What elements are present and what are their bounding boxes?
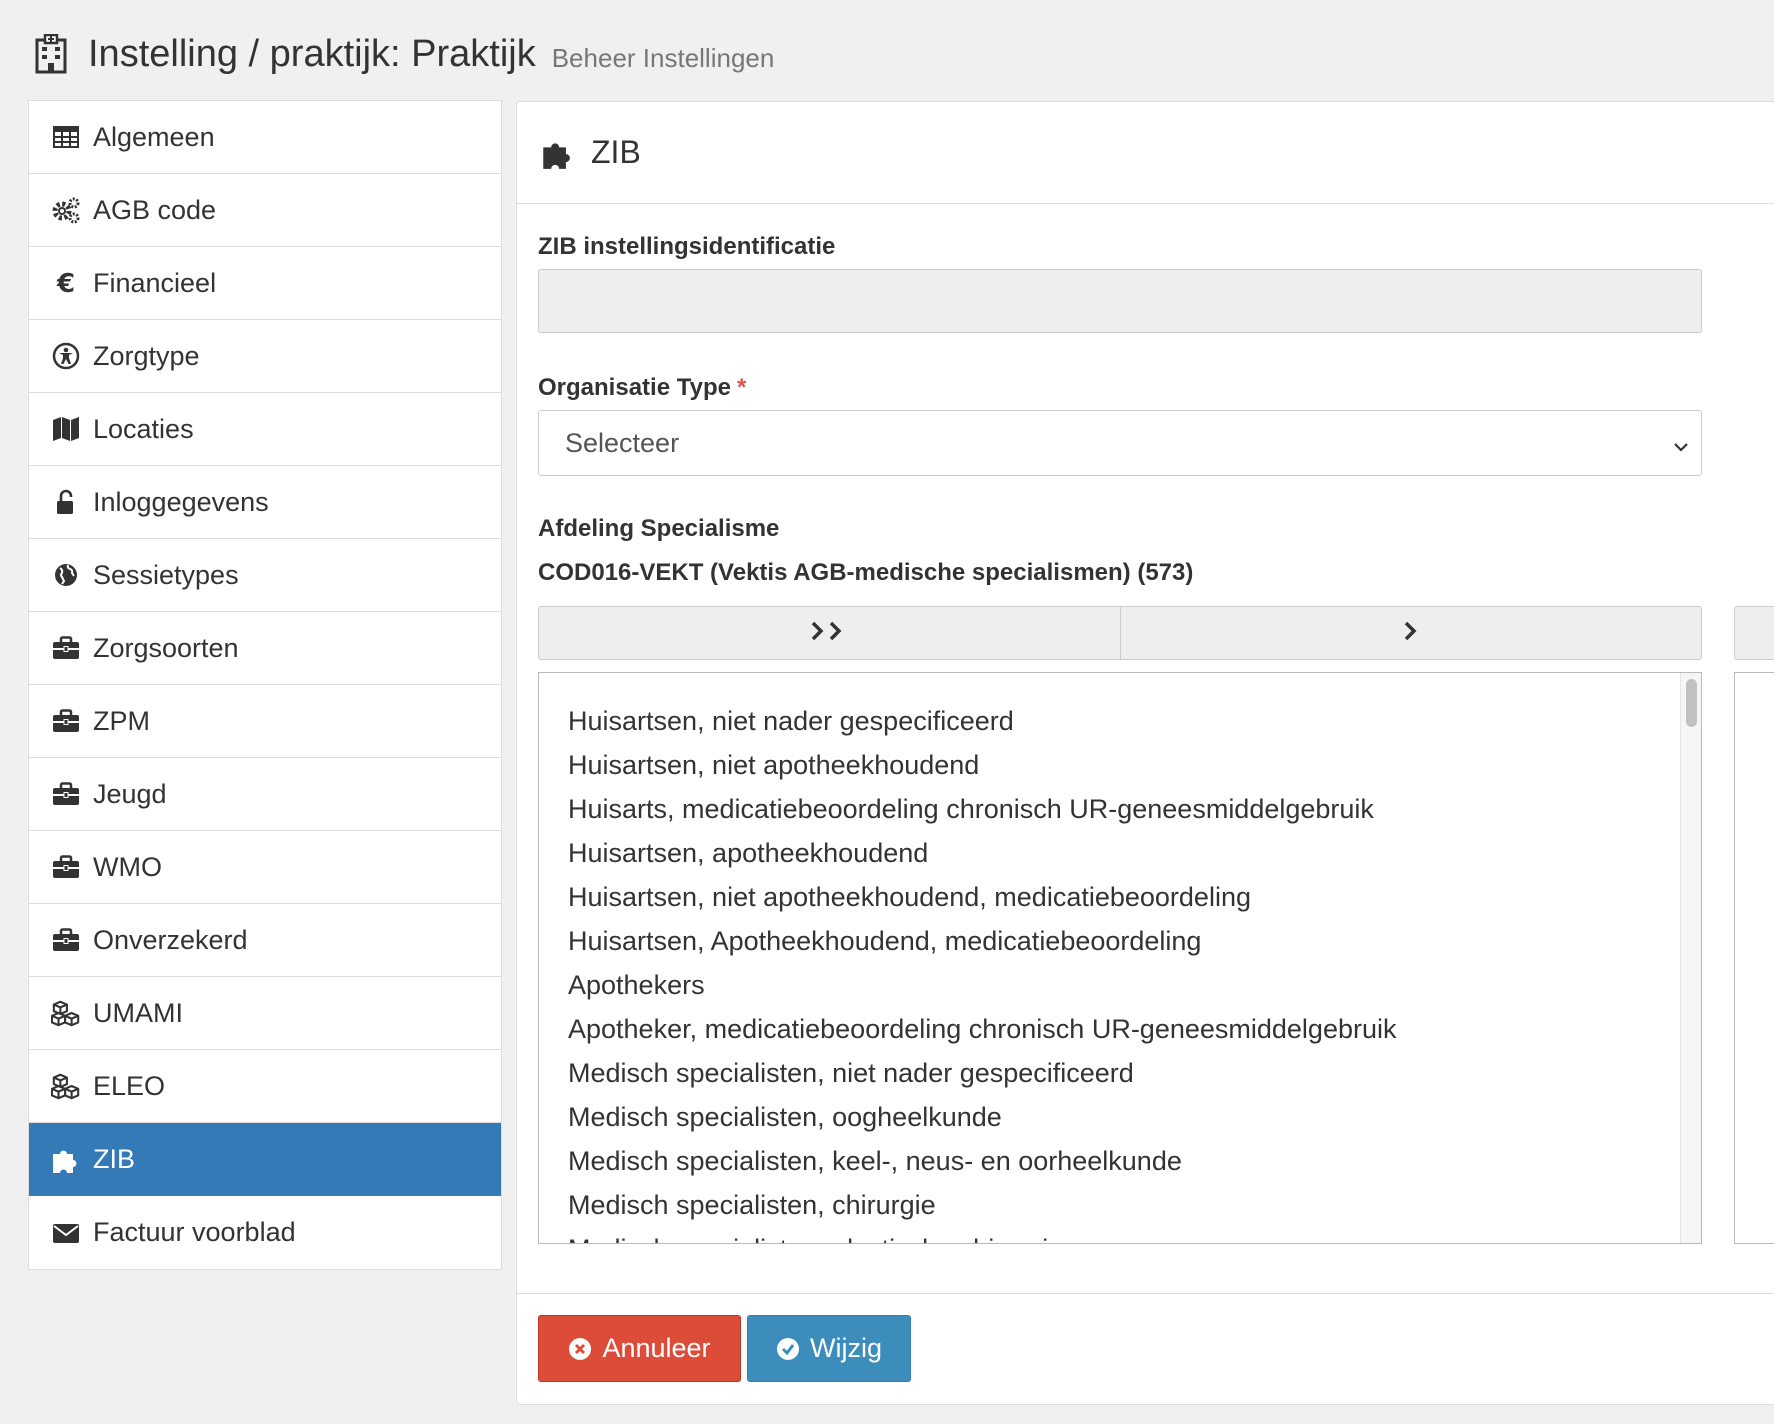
sidebar-item-label: ZIB xyxy=(93,1143,136,1174)
times-circle-icon xyxy=(568,1337,592,1361)
globe-icon xyxy=(51,560,81,590)
sidebar-item-label: Onverzekerd xyxy=(93,924,248,955)
check-circle-icon xyxy=(776,1337,800,1361)
double-chevron-right-icon xyxy=(809,619,849,648)
sidebar-item-label: Zorgtype xyxy=(93,340,200,371)
list-item[interactable]: Apothekers xyxy=(568,963,1701,1007)
sidebar-item-label: Sessietypes xyxy=(93,559,239,590)
list-item[interactable]: Huisartsen, Apotheekhoudend, medicatiebe… xyxy=(568,919,1701,963)
codelist-label: COD016-VEKT (Vektis AGB-medische special… xyxy=(538,559,1194,586)
sidebar-item-factuur-voorblad[interactable]: Factuur voorblad xyxy=(29,1196,501,1269)
list-scrollbar[interactable] xyxy=(1680,673,1701,1243)
cubes-icon xyxy=(51,998,81,1028)
list-item[interactable]: Huisartsen, apotheekhoudend xyxy=(568,831,1701,875)
sidebar-item-label: Factuur voorblad xyxy=(93,1217,296,1247)
sidebar-item-umami[interactable]: UMAMI xyxy=(29,977,501,1050)
universal-access-icon xyxy=(51,341,81,371)
list-item[interactable]: Medisch specialisten, oogheelkunde xyxy=(568,1095,1701,1139)
sidebar-item-label: AGB code xyxy=(93,194,217,225)
sidebar-item-inloggegevens[interactable]: Inloggegevens xyxy=(29,466,501,539)
sidebar-item-onverzekerd[interactable]: Onverzekerd xyxy=(29,904,501,977)
page-header: Instelling / praktijk: Praktijk Beheer I… xyxy=(34,30,774,78)
list-item[interactable]: Huisarts, medicatiebeoordeling chronisch… xyxy=(568,787,1701,831)
options-list: Huisartsen, niet nader gespecificeerd Hui… xyxy=(539,673,1701,1243)
sidebar-item-label: UMAMI xyxy=(93,997,183,1028)
puzzle-icon xyxy=(541,136,575,170)
list-item[interactable]: Medisch specialisten, chirurgie xyxy=(568,1183,1701,1227)
cancel-button[interactable]: Annuleer xyxy=(538,1315,741,1382)
sidebar-item-label: Zorgsoorten xyxy=(93,632,239,663)
remove-buttons-partial[interactable] xyxy=(1734,606,1774,660)
sidebar-item-label: WMO xyxy=(93,851,162,882)
briefcase-icon xyxy=(51,925,81,955)
scrollbar-thumb[interactable] xyxy=(1686,679,1697,727)
sidebar-item-label: Algemeen xyxy=(93,121,215,152)
map-icon xyxy=(51,414,81,444)
cogs-icon xyxy=(51,195,81,225)
unlock-icon xyxy=(51,487,81,517)
list-item[interactable]: Huisartsen, niet apotheekhoudend xyxy=(568,743,1701,787)
euro-icon: € xyxy=(51,268,81,298)
afdeling-label: Afdeling Specialisme xyxy=(538,515,780,542)
zib-panel: ZIB ZIB instellingsidentificatie Organis… xyxy=(516,101,1774,1405)
org-type-select[interactable]: Selecteer xyxy=(538,410,1702,476)
cubes-icon xyxy=(51,1071,81,1101)
sidebar-item-jeugd[interactable]: Jeugd xyxy=(29,758,501,831)
list-item[interactable]: Medisch specialisten, keel-, neus- en oo… xyxy=(568,1139,1701,1183)
puzzle-icon xyxy=(51,1144,81,1174)
list-item[interactable]: Medisch specialisten, plastische chirurg… xyxy=(568,1227,1701,1243)
list-item[interactable]: Apotheker, medicatiebeoordeling chronisc… xyxy=(568,1007,1701,1051)
panel-title: ZIB xyxy=(591,134,641,170)
sidebar-item-label: ZPM xyxy=(93,705,150,736)
briefcase-icon xyxy=(51,706,81,736)
list-item[interactable]: Huisartsen, niet apotheekhoudend, medica… xyxy=(568,875,1701,919)
save-button[interactable]: Wijzig xyxy=(747,1315,911,1382)
sidebar-item-sessietypes[interactable]: Sessietypes xyxy=(29,539,501,612)
envelope-icon xyxy=(51,1218,81,1248)
sidebar-item-zorgtype[interactable]: Zorgtype xyxy=(29,320,501,393)
zib-id-field xyxy=(538,269,1702,333)
sidebar-item-financieel[interactable]: € Financieel xyxy=(29,247,501,320)
zib-id-label: ZIB instellingsidentificatie xyxy=(538,233,836,260)
list-item[interactable]: Medisch specialisten, niet nader gespeci… xyxy=(568,1051,1701,1095)
move-selected-button[interactable] xyxy=(1119,607,1702,659)
svg-text:€: € xyxy=(56,270,75,296)
sidebar-item-label: ELEO xyxy=(93,1070,166,1101)
sidebar-item-algemeen[interactable]: Algemeen xyxy=(29,101,501,174)
sidebar-item-zib[interactable]: ZIB xyxy=(29,1123,501,1196)
selected-options-list[interactable] xyxy=(1734,672,1774,1244)
sidebar-item-label: Inloggegevens xyxy=(93,486,269,517)
sidebar-item-zpm[interactable]: ZPM xyxy=(29,685,501,758)
page-title: Instelling / praktijk: Praktijk xyxy=(88,32,536,75)
org-type-label: Organisatie Type * xyxy=(538,374,746,402)
sidebar-item-label: Locaties xyxy=(93,413,194,444)
page-subtitle: Beheer Instellingen xyxy=(551,42,775,73)
briefcase-icon xyxy=(51,633,81,663)
cancel-button-label: Annuleer xyxy=(602,1333,711,1363)
chevron-down-icon xyxy=(1673,433,1689,464)
duallist-move-buttons xyxy=(538,606,1702,660)
building-icon xyxy=(34,33,72,74)
save-button-label: Wijzig xyxy=(810,1333,882,1363)
move-all-button[interactable] xyxy=(539,607,1120,659)
org-type-label-text: Organisatie Type xyxy=(538,374,731,401)
sidebar-item-eleo[interactable]: ELEO xyxy=(29,1050,501,1123)
panel-header: ZIB xyxy=(517,102,1774,204)
footer-divider xyxy=(517,1293,1774,1294)
available-options-list[interactable]: Huisartsen, niet nader gespecificeerd Hui… xyxy=(538,672,1702,1244)
list-item[interactable]: Huisartsen, niet nader gespecificeerd xyxy=(568,699,1701,743)
briefcase-icon xyxy=(51,779,81,809)
briefcase-icon xyxy=(51,852,81,882)
sidebar-item-label: Jeugd xyxy=(93,778,167,809)
sidebar-item-label: Financieel xyxy=(93,267,217,298)
required-marker: * xyxy=(736,374,747,401)
sidebar-item-zorgsoorten[interactable]: Zorgsoorten xyxy=(29,612,501,685)
chevron-right-icon xyxy=(1401,619,1421,648)
sidebar-item-agb-code[interactable]: AGB code xyxy=(29,174,501,247)
org-type-selected-value: Selecteer xyxy=(565,427,680,458)
sidebar-item-locaties[interactable]: Locaties xyxy=(29,393,501,466)
sidebar-item-wmo[interactable]: WMO xyxy=(29,831,501,904)
table-icon xyxy=(51,122,81,152)
settings-sidebar: Algemeen AGB code € Financieel Zorgtype Locat… xyxy=(28,100,502,1270)
